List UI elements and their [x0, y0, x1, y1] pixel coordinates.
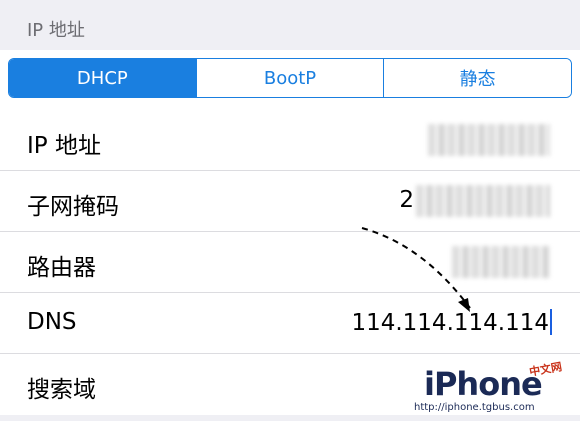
subnet-mask-label: 子网掩码 [27, 194, 119, 220]
ip-address-label: IP 地址 [27, 133, 101, 159]
search-domain-label: 搜索域 [27, 377, 96, 403]
subnet-mask-row[interactable]: 子网掩码 2 [0, 171, 580, 232]
router-row[interactable]: 路由器 [0, 232, 580, 293]
segment-dhcp[interactable]: DHCP [9, 59, 196, 97]
dns-field[interactable]: 114.114.114.114 [351, 309, 552, 336]
watermark-url: http://iphone.tgbus.com [414, 402, 535, 413]
dns-row[interactable]: DNS 114.114.114.114 [0, 293, 580, 354]
mode-segmented-control: DHCP BootP 静态 [8, 58, 572, 98]
subnet-mask-value: 2 [399, 187, 414, 213]
dns-label: DNS [27, 309, 77, 335]
segment-container: DHCP BootP 静态 [0, 50, 580, 110]
watermark: iPhone 中文网 http://iphone.tgbus.com [414, 360, 563, 415]
segment-bootp[interactable]: BootP [195, 59, 384, 97]
text-caret [550, 309, 552, 335]
ip-address-row[interactable]: IP 地址 [0, 110, 580, 171]
section-title: IP 地址 [27, 20, 85, 41]
router-label: 路由器 [27, 255, 96, 281]
router-value-blurred [452, 246, 550, 278]
section-header: IP 地址 [0, 0, 580, 50]
ip-address-value-blurred [428, 124, 550, 156]
watermark-brand: iPhone [424, 365, 543, 403]
subnet-mask-value-blurred [416, 185, 550, 217]
dns-value: 114.114.114.114 [351, 310, 549, 336]
segment-static[interactable]: 静态 [383, 59, 571, 97]
